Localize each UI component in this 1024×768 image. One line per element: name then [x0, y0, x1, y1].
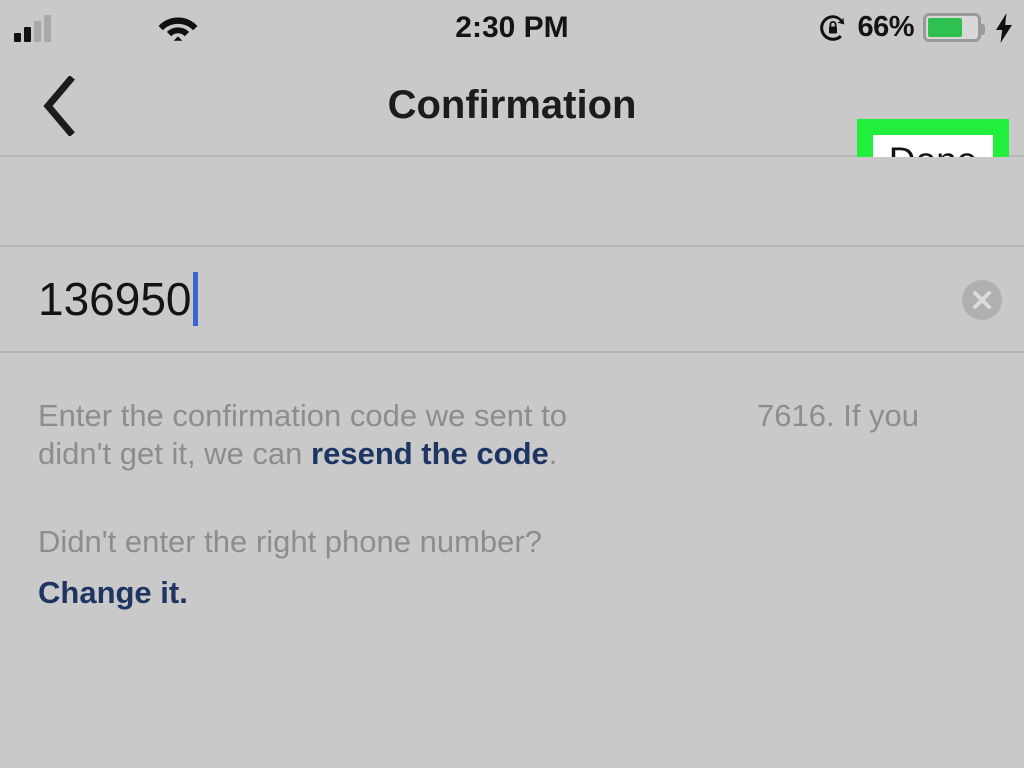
- navigation-bar: Confirmation Done: [0, 55, 1024, 201]
- change-number-link[interactable]: Change it.: [38, 574, 988, 612]
- change-number-prompt: Didn't enter the right phone number?: [38, 524, 542, 559]
- lightning-bolt-icon: [994, 12, 1014, 43]
- clear-text-button[interactable]: [962, 280, 1002, 320]
- confirmation-code-value: 136950: [38, 273, 192, 325]
- status-bar: 2:30 PM 66%: [0, 0, 1024, 55]
- confirmation-code-input[interactable]: 136950: [38, 247, 198, 351]
- instructions-area: Enter the confirmation code we sent to 76…: [0, 353, 1024, 768]
- battery-icon: [923, 13, 985, 42]
- status-bar-right: 66%: [818, 0, 1014, 55]
- close-icon: [973, 291, 991, 309]
- instructions-period: .: [548, 436, 558, 471]
- instructions-text-before: Enter the confirmation code we sent to: [38, 398, 568, 433]
- rotation-lock-icon: [818, 13, 848, 43]
- confirmation-instructions: Enter the confirmation code we sent to 76…: [38, 397, 988, 473]
- text-caret: [192, 272, 198, 326]
- form-spacer-row: [0, 157, 1024, 247]
- change-number-block: Didn't enter the right phone number? Cha…: [38, 523, 988, 612]
- confirmation-code-row[interactable]: 136950: [0, 247, 1024, 353]
- phone-screen: 2:30 PM 66% Confirmation 136950 Enter th…: [0, 0, 1024, 768]
- battery-percentage: 66%: [857, 11, 914, 43]
- resend-code-link[interactable]: resend the code: [311, 436, 549, 471]
